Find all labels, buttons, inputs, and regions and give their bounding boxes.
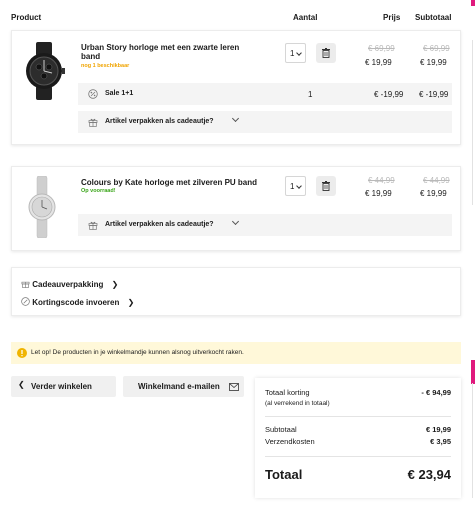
cart-item-card: Colours by Kate horloge met zilveren PU … (11, 166, 461, 251)
subtotal-value: € 19,99 (425, 425, 451, 434)
gift-wrap-toggle[interactable]: Artikel verpakken als cadeautje? (78, 214, 452, 236)
quantity-select[interactable]: 1 (285, 43, 306, 63)
column-header-product: Product (11, 13, 42, 22)
email-cart-button[interactable]: Winkelmand e-mailen (123, 376, 244, 397)
gift-wrap-label: Artikel verpakken als cadeautje? (105, 221, 214, 228)
stock-notice-text: Let op! De producten in je winkelmandje … (31, 349, 244, 356)
remove-item-button[interactable] (316, 43, 336, 63)
promo-subtotal: € -19,99 (419, 90, 449, 99)
trash-icon (322, 181, 330, 191)
discount-icon (21, 297, 30, 306)
product-name[interactable]: Colours by Kate horloge met zilveren PU … (81, 178, 281, 187)
price: € 19,99 (365, 58, 392, 67)
gift-wrap-link[interactable]: Cadeauverpakking ❯ (21, 279, 118, 289)
email-cart-label: Winkelmand e-mailen (138, 382, 220, 391)
subtotal: € 19,99 (420, 58, 447, 67)
product-name[interactable]: Urban Story horloge met een zwarte leren… (81, 43, 266, 61)
discount-icon (88, 89, 98, 99)
side-accent-top (471, 0, 475, 6)
column-header-price: Prijs (383, 13, 401, 22)
shipping-value: € 3,95 (430, 437, 451, 446)
remove-item-button[interactable] (316, 176, 336, 196)
side-accent-bottom (471, 360, 475, 384)
total-label: Totaal (265, 467, 303, 482)
quantity-value: 1 (290, 49, 295, 58)
continue-shopping-button[interactable]: ❮ Verder winkelen (11, 376, 116, 397)
chevron-down-icon (296, 50, 302, 56)
original-price: € 69,99 (368, 44, 395, 53)
total-value: € 23,94 (407, 467, 451, 482)
divider (265, 416, 451, 417)
original-price: € 44,99 (368, 176, 395, 185)
original-subtotal: € 69,99 (423, 44, 450, 53)
shipping-label: Verzendkosten (265, 437, 315, 446)
gift-wrap-label: Artikel verpakken als cadeautje? (105, 118, 214, 125)
chevron-right-icon: ❯ (127, 298, 135, 307)
divider (265, 456, 451, 457)
warning-icon (17, 348, 27, 358)
stock-status: Op voorraad! (81, 188, 116, 194)
silver-watch-image[interactable] (26, 176, 58, 238)
discount-code-link-label: Kortingscode invoeren (32, 298, 120, 307)
stock-status: nog 1 beschikbaar (81, 63, 130, 69)
trash-icon (322, 48, 330, 58)
gift-icon (21, 281, 30, 288)
chevron-down-icon (296, 183, 302, 189)
subtotal-label: Subtotaal (265, 425, 297, 434)
continue-shopping-label: Verder winkelen (31, 382, 92, 391)
total-discount-label: Totaal korting (265, 388, 310, 397)
product-name-line-1: Urban Story horloge met een zwarte leren (81, 43, 240, 52)
promo-quantity: 1 (308, 90, 313, 99)
gift-icon (88, 221, 98, 230)
gift-icon (88, 118, 98, 127)
column-header-quantity: Aantal (293, 13, 318, 22)
promo-price: € -19,99 (374, 90, 404, 99)
quantity-select[interactable]: 1 (285, 176, 306, 196)
total-discount-value: - € 94,99 (421, 388, 451, 397)
chevron-left-icon: ❮ (18, 380, 25, 389)
gift-wrap-link-label: Cadeauverpakking (32, 280, 104, 289)
chevron-down-icon (231, 217, 240, 226)
discount-code-link[interactable]: Kortingscode invoeren ❯ (21, 297, 134, 307)
extras-card: Cadeauverpakking ❯ Kortingscode invoeren… (11, 267, 461, 316)
gift-wrap-toggle[interactable]: Artikel verpakken als cadeautje? (78, 111, 452, 133)
quantity-value: 1 (290, 182, 295, 191)
cart-item-card: Urban Story horloge met een zwarte leren… (11, 30, 461, 145)
black-watch-image[interactable] (22, 42, 66, 100)
discount-note: (al verrekend in totaal) (265, 400, 330, 407)
chevron-right-icon: ❯ (111, 280, 119, 289)
stock-notice: Let op! De producten in je winkelmandje … (11, 342, 461, 364)
promo-row: Sale 1+1 1 € -19,99 € -19,99 (78, 83, 452, 105)
subtotal: € 19,99 (420, 189, 447, 198)
original-subtotal: € 44,99 (423, 176, 450, 185)
chevron-down-icon (231, 114, 240, 123)
product-name-line-2: band (81, 52, 101, 61)
promo-label: Sale 1+1 (105, 90, 134, 97)
price: € 19,99 (365, 189, 392, 198)
envelope-icon (229, 383, 239, 391)
order-summary: Totaal korting - € 94,99 (al verrekend i… (255, 378, 461, 498)
column-header-subtotal: Subtotaal (415, 13, 452, 22)
